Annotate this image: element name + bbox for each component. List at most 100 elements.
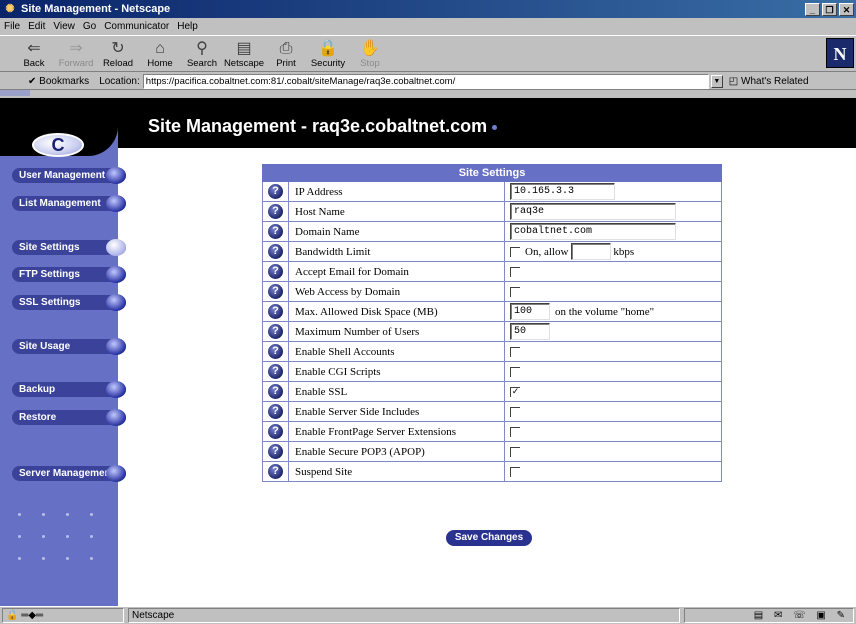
sidebar-item-site-settings[interactable]: Site Settings [12,239,126,256]
sidebar-item-ftp-settings[interactable]: FTP Settings [12,266,126,283]
settings-row-ip-address: ? IP Address 10.165.3.3 [262,181,722,202]
settings-row-enable-shell-accounts: ? Enable Shell Accounts [262,341,722,362]
bandwidth-limit-checkbox[interactable] [510,246,520,257]
cobalt-logo: C [32,133,84,157]
menu-view[interactable]: View [53,21,75,32]
minimize-button[interactable]: _ [805,2,820,16]
page-content: Site Management - raq3e.cobaltnet.com C … [0,98,856,606]
settings-row-max-allowed-disk-space-mb: ? Max. Allowed Disk Space (MB) 100 on the v… [262,301,722,322]
sidebar-item-backup[interactable]: Backup [12,381,126,398]
accept-email-for-domain-value-cell [504,261,722,282]
bookmarks-button[interactable]: ✔ Bookmarks [28,76,89,87]
bandwidth-limit-suffix: kbps [613,245,635,258]
component-bar-icons[interactable]: ▤ ✉ ☏ ▣ ✎ [684,608,854,623]
help-icon[interactable]: ? [268,384,283,399]
web-access-by-domain-checkbox[interactable] [510,286,520,297]
window-title: Site Management - Netscape [21,3,171,15]
decorative-dot [90,557,93,560]
help-icon[interactable]: ? [268,184,283,199]
menu-go[interactable]: Go [83,21,96,32]
home-button[interactable]: ⌂ Home [140,37,180,71]
menu-edit[interactable]: Edit [28,21,45,32]
suspend-site-checkbox[interactable] [510,466,520,477]
url-field[interactable]: https://pacifica.cobaltnet.com:81/.cobal… [142,73,709,89]
back-label: Back [23,58,45,69]
bandwidth-limit-label: Bandwidth Limit [288,241,505,262]
help-icon[interactable]: ? [268,284,283,299]
help-icon[interactable]: ? [268,444,283,459]
help-cell: ? [262,421,289,442]
whats-related-button[interactable]: ◰ What's Related [729,76,809,87]
search-button[interactable]: ⚲ Search [182,37,222,71]
enable-ssl-checkbox[interactable]: ✓ [510,386,520,397]
bandwidth-limit-input[interactable] [571,243,612,260]
sidebar-item-restore[interactable]: Restore [12,409,126,426]
menu-file[interactable]: File [4,21,20,32]
help-icon[interactable]: ? [268,244,283,259]
sidebar-item-label: Site Usage [19,341,71,352]
forward-arrow-icon: ⇒ [69,40,83,57]
help-icon[interactable]: ? [268,204,283,219]
security-status-icon[interactable]: 🔒 ═◆═ [2,608,124,623]
help-icon[interactable]: ? [268,304,283,319]
home-label: Home [147,58,173,69]
help-cell: ? [262,201,289,222]
netscape-icon: ▤ [236,40,252,57]
print-button[interactable]: ⎙ Print [266,37,306,71]
domain-name-input[interactable]: cobaltnet.com [510,223,676,240]
help-cell: ? [262,401,289,422]
nav-knob-icon [106,195,126,212]
help-icon[interactable]: ? [268,224,283,239]
decorative-dot [42,557,45,560]
print-icon: ⎙ [279,40,293,57]
maximum-number-of-users-input[interactable]: 50 [510,323,550,340]
help-icon[interactable]: ? [268,344,283,359]
host-name-input[interactable]: raq3e [510,203,676,220]
enable-frontpage-server-extensions-value-cell [504,421,722,442]
sidebar-item-list-management[interactable]: List Management [12,195,126,212]
help-icon[interactable]: ? [268,404,283,419]
maximize-button[interactable]: ❐ [822,2,837,16]
top-banner: Site Management - raq3e.cobaltnet.com [0,98,856,148]
help-icon[interactable]: ? [268,364,283,379]
enable-secure-pop3-apop-checkbox[interactable] [510,446,520,457]
nav-knob-icon [106,465,126,482]
sidebar-item-site-usage[interactable]: Site Usage [12,338,126,355]
settings-header: Site Settings [262,164,722,182]
settings-row-suspend-site: ? Suspend Site [262,461,722,482]
accept-email-for-domain-checkbox[interactable] [510,266,520,277]
title-dot-icon [492,124,498,130]
help-icon[interactable]: ? [268,324,283,339]
sidebar-item-server-management[interactable]: Server Management [12,465,126,482]
enable-shell-accounts-checkbox[interactable] [510,346,520,357]
close-button[interactable]: ✕ [839,2,854,16]
enable-cgi-scripts-checkbox[interactable] [510,366,520,377]
url-dropdown-icon[interactable]: ▼ [710,74,723,88]
menu-communicator[interactable]: Communicator [104,21,169,32]
sidebar-item-user-management[interactable]: User Management [12,167,126,184]
help-icon[interactable]: ? [268,264,283,279]
sidebar-item-ssl-settings[interactable]: SSL Settings [12,294,126,311]
netscape-button[interactable]: ▤ Netscape [224,37,264,71]
help-icon[interactable]: ? [268,424,283,439]
enable-server-side-includes-checkbox[interactable] [510,406,520,417]
ip-address-input[interactable]: 10.165.3.3 [510,183,615,200]
stop-button[interactable]: ✋ Stop [350,37,390,71]
back-arrow-icon: ⇐ [27,40,41,57]
max-allowed-disk-space-mb-value-cell: 100 on the volume "home" [504,301,722,322]
security-button[interactable]: 🔒 Security [308,37,348,71]
help-icon[interactable]: ? [268,464,283,479]
lock-icon: 🔒 [318,40,338,57]
stop-label: Stop [360,58,380,69]
back-button[interactable]: ⇐ Back [14,37,54,71]
sidebar-item-label: User Management [19,170,106,181]
forward-button[interactable]: ⇒ Forward [56,37,96,71]
collapse-tab[interactable] [0,90,30,96]
save-changes-button[interactable]: Save Changes [446,530,532,546]
netscape-logo[interactable]: N [826,38,854,68]
menu-help[interactable]: Help [177,21,198,32]
max-allowed-disk-space-mb-input[interactable]: 100 [510,303,550,320]
menu-bar: File Edit View Go Communicator Help [0,18,856,35]
enable-frontpage-server-extensions-checkbox[interactable] [510,426,520,437]
reload-button[interactable]: ↻ Reload [98,37,138,71]
